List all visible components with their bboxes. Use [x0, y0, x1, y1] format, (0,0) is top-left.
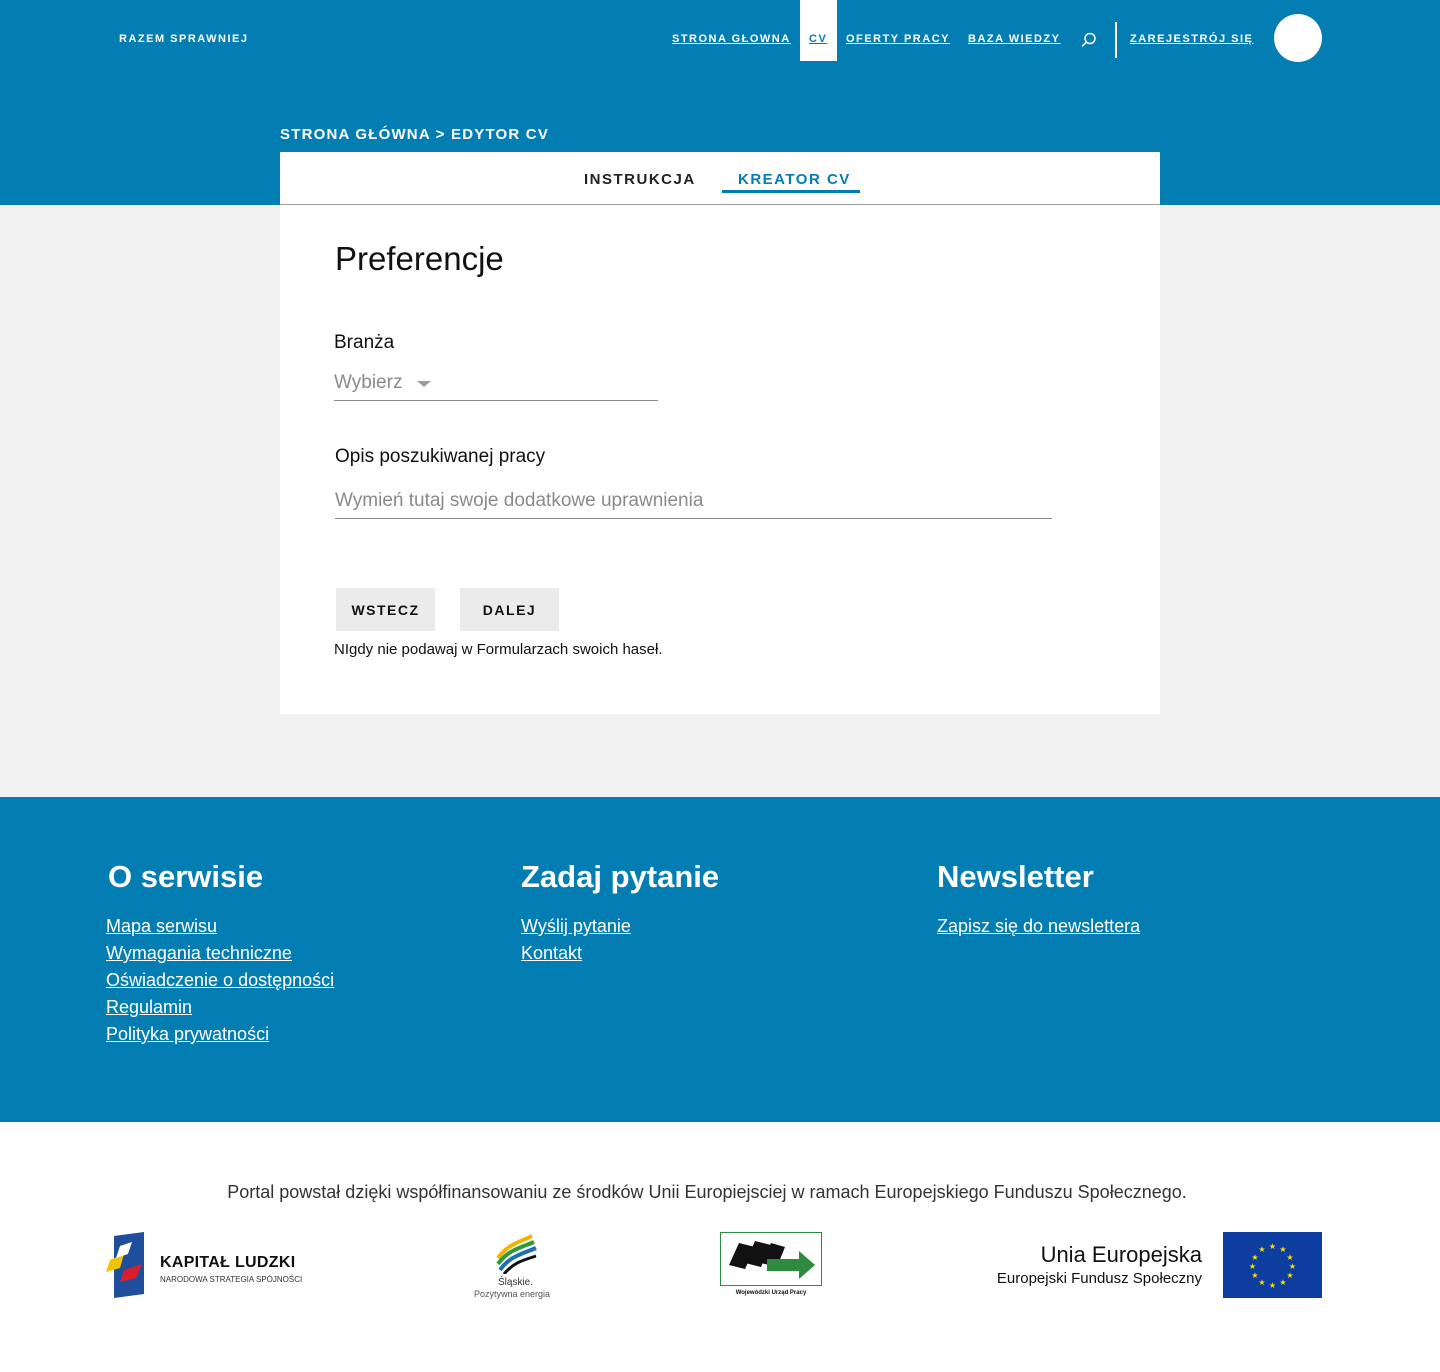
svg-text:★: ★ — [1286, 1271, 1293, 1280]
footer-link-sitemap[interactable]: Mapa serwisu — [106, 916, 217, 936]
eu-logo: Unia Europejska Europejski Fundusz Społe… — [990, 1232, 1322, 1298]
footer-link-contact[interactable]: Kontakt — [521, 943, 582, 963]
svg-text:★: ★ — [1258, 1278, 1265, 1287]
kapital-ludzki-flag-icon — [106, 1232, 144, 1298]
kapital-ludzki-logo: KAPITAŁ LUDZKI NARODOWA STRATEGIA SPÓJNO… — [106, 1232, 306, 1298]
svg-text:★: ★ — [1249, 1262, 1256, 1271]
nav-link-cv[interactable]: CV — [800, 0, 837, 61]
footer-link-send-question[interactable]: Wyślij pytanie — [521, 916, 631, 936]
password-warning-note: NIgdy nie podawaj w Formularzach swoich … — [334, 641, 663, 658]
search-icon[interactable] — [1080, 31, 1098, 49]
svg-text:★: ★ — [1258, 1245, 1265, 1254]
wup-logo: Wojewódzki Urząd Pracy — [720, 1232, 822, 1298]
branza-selected-value: Wybierz — [334, 372, 403, 393]
funding-statement: Portal powstał dzięki współfinansowaniu … — [227, 1182, 1187, 1202]
footer: O serwisie Mapa serwisu Wymagania techni… — [0, 797, 1440, 1122]
nav-divider — [1115, 22, 1117, 58]
chevron-down-icon — [417, 381, 431, 387]
opis-label: Opis poszukiwanej pracy — [335, 446, 546, 467]
branza-select[interactable]: Wybierz — [334, 368, 658, 401]
page-title: Preferencje — [335, 240, 504, 277]
eu-flag-icon: ★ ★ ★ ★ ★ ★ ★ ★ ★ ★ ★ ★ — [1223, 1232, 1322, 1298]
nav-link-register[interactable]: ZAREJESTRÓJ SIĘ — [1130, 33, 1253, 45]
nav-link-knowledge[interactable]: BAZA WIEDZY — [968, 33, 1060, 45]
svg-text:★: ★ — [1286, 1253, 1293, 1262]
wup-logo-frame — [720, 1232, 822, 1286]
tab-instrukcja[interactable]: INSTRUKCJA — [584, 171, 696, 188]
next-button[interactable]: DALEJ — [460, 588, 559, 631]
slaskie-waves-icon — [496, 1234, 537, 1274]
editor-tabs: INSTRUKCJA KREATOR CV — [280, 152, 1160, 205]
top-navigation: RAZEM SPRAWNIEJ STRONA GŁOWNA CV OFERTY … — [0, 0, 1440, 62]
footer-heading-newsletter: Newsletter — [937, 859, 1094, 894]
active-tab-indicator — [722, 190, 860, 193]
tab-kreator-cv[interactable]: KREATOR CV — [738, 171, 851, 188]
back-button[interactable]: WSTECZ — [336, 588, 435, 631]
slaskie-logo: Śląskie. Pozytywna energia — [470, 1232, 560, 1302]
wup-arrow-icon — [729, 1241, 815, 1279]
nav-link-home[interactable]: STRONA GŁOWNA — [672, 33, 791, 45]
breadcrumb: STRONA GŁÓWNA > EDYTOR CV — [280, 126, 550, 143]
footer-link-accessibility[interactable]: Oświadczenie o dostępności — [106, 970, 334, 990]
nav-link-cv-label: CV — [809, 33, 828, 45]
footer-heading-question: Zadaj pytanie — [521, 859, 720, 894]
footer-links-question: Wyślij pytanie Kontakt — [521, 913, 631, 967]
footer-links-newsletter: Zapisz się do newslettera — [937, 913, 1140, 940]
avatar[interactable] — [1274, 14, 1322, 62]
kapital-ludzki-subtitle: NARODOWA STRATEGIA SPÓJNOŚCI — [160, 1275, 303, 1284]
svg-text:★: ★ — [1269, 1281, 1276, 1290]
svg-text:★: ★ — [1251, 1253, 1258, 1262]
svg-text:★: ★ — [1279, 1278, 1286, 1287]
footer-links-about: Mapa serwisu Wymagania techniczne Oświad… — [106, 913, 334, 1048]
eu-title: Unia Europejska — [1040, 1242, 1202, 1267]
funding-section: Portal powstał dzięki współfinansowaniu … — [0, 1122, 1440, 1372]
slaskie-subtitle: Pozytywna energia — [474, 1289, 551, 1299]
cv-editor-card: INSTRUKCJA KREATOR CV Preferencje Branża… — [280, 152, 1160, 714]
kapital-ludzki-title: KAPITAŁ LUDZKI — [160, 1254, 296, 1271]
footer-heading-about: O serwisie — [108, 859, 264, 894]
opis-input[interactable] — [335, 484, 1052, 519]
footer-link-terms[interactable]: Regulamin — [106, 997, 192, 1017]
wup-title: Wojewódzki Urząd Pracy — [735, 1290, 807, 1296]
svg-text:★: ★ — [1269, 1242, 1276, 1251]
svg-text:★: ★ — [1289, 1262, 1296, 1271]
footer-link-requirements[interactable]: Wymagania techniczne — [106, 943, 292, 963]
slaskie-title: Śląskie. — [498, 1277, 534, 1288]
nav-link-offers[interactable]: OFERTY PRACY — [846, 33, 950, 45]
footer-link-privacy[interactable]: Polityka prywatności — [106, 1024, 269, 1044]
branza-label: Branża — [334, 332, 395, 353]
eu-subtitle: Europejski Fundusz Społeczny — [996, 1270, 1202, 1287]
brand-logo-text[interactable]: RAZEM SPRAWNIEJ — [119, 33, 248, 45]
footer-link-newsletter-signup[interactable]: Zapisz się do newslettera — [937, 916, 1140, 936]
svg-text:★: ★ — [1251, 1271, 1258, 1280]
